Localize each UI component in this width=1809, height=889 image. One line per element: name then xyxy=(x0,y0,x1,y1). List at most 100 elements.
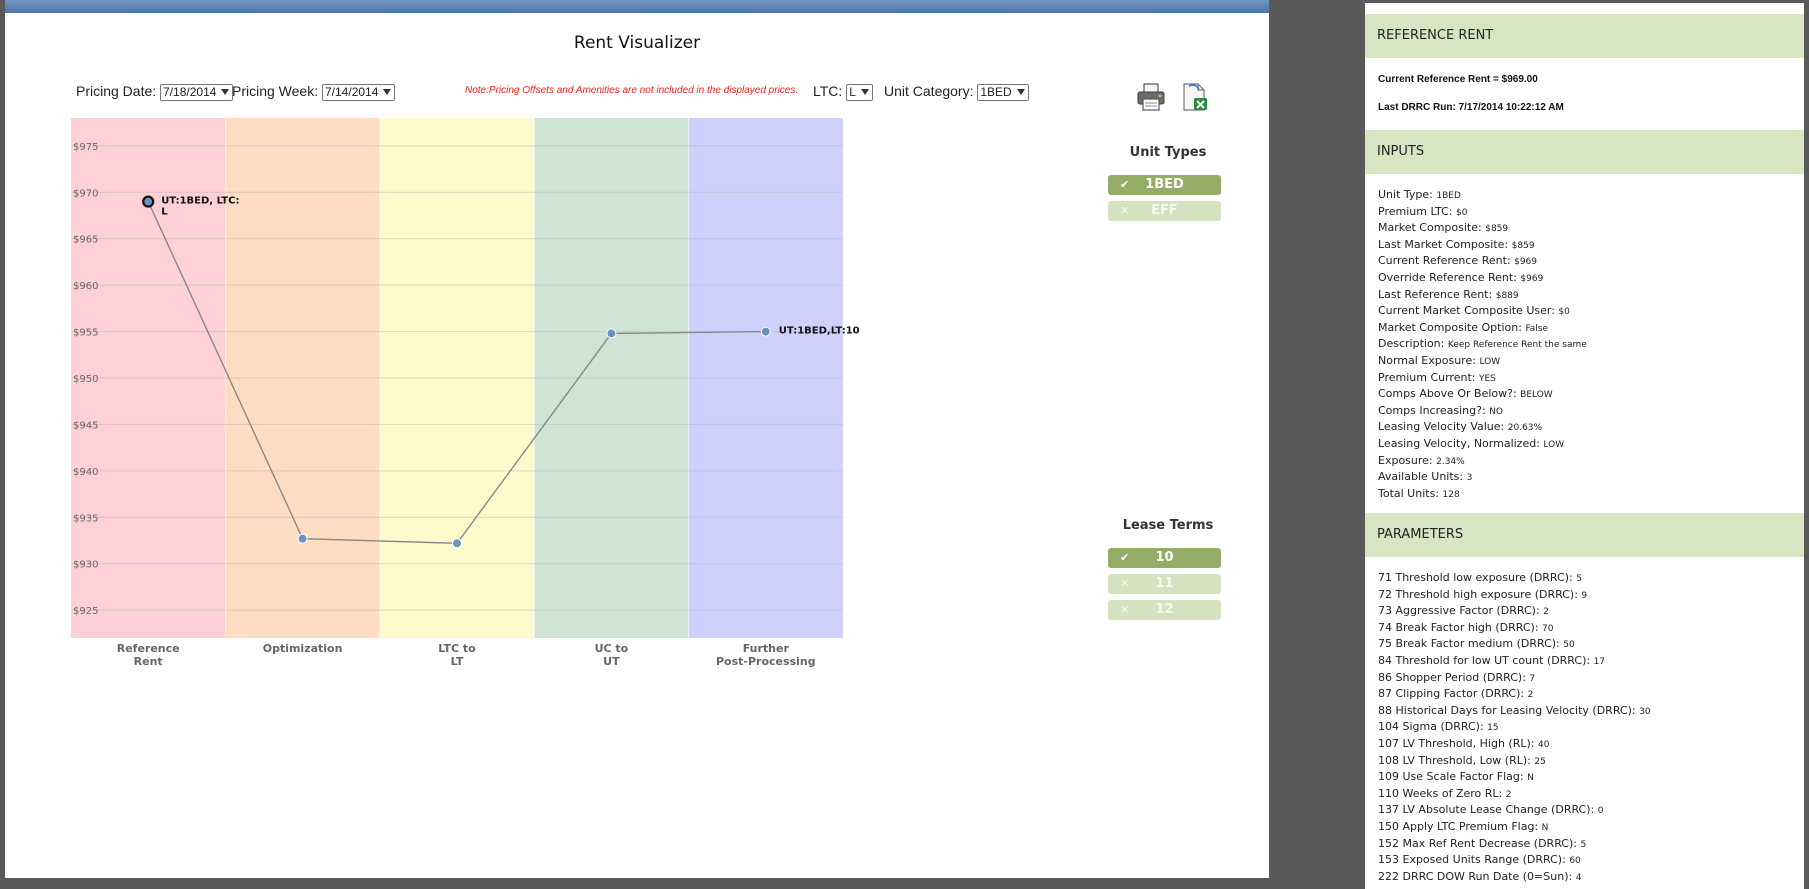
kv-key: 84 Threshold for low UT count (DRRC): xyxy=(1378,654,1591,667)
kv-value: 17 xyxy=(1593,657,1606,667)
data-point xyxy=(760,326,771,337)
kv-row: Available Units: 3 xyxy=(1378,470,1472,483)
kv-key: 86 Shopper Period (DRRC): xyxy=(1378,670,1526,684)
data-point xyxy=(606,328,617,339)
kv-key: 137 LV Absolute Lease Change (DRRC): xyxy=(1378,803,1595,817)
kv-value: 20.63% xyxy=(1507,423,1543,434)
lease-term-12-button[interactable]: ✕ 12 xyxy=(1108,600,1221,620)
kv-row: Market Composite: $859 xyxy=(1378,221,1508,234)
kv-key: Comps Above Or Below?: xyxy=(1378,387,1517,401)
x-icon: ✕ xyxy=(1120,577,1130,590)
excel-export-icon[interactable] xyxy=(1180,82,1210,112)
kv-key: Description: xyxy=(1378,337,1445,351)
kv-row: Total Units: 128 xyxy=(1378,487,1460,500)
last-drrc-run: Last DRRC Run: 7/17/2014 10:22:12 AM xyxy=(1378,102,1564,113)
kv-row: Override Reference Rent: $969 xyxy=(1378,271,1543,284)
kv-value: 3 xyxy=(1466,473,1473,484)
kv-key: Comps Increasing?: xyxy=(1378,403,1486,417)
unit-types-title: Unit Types xyxy=(1129,145,1207,160)
lease-term-11-button[interactable]: ✕ 11 xyxy=(1108,574,1221,594)
unit-type-1bed-button[interactable]: ✔ 1BED xyxy=(1108,175,1221,195)
y-tick-label: $975 xyxy=(73,142,98,153)
kv-key: Available Units: xyxy=(1378,470,1464,484)
unit-type-eff-button[interactable]: ✕ EFF xyxy=(1108,201,1221,221)
parameters-header: PARAMETERS xyxy=(1365,513,1804,557)
kv-value: 70 xyxy=(1542,623,1554,634)
kv-row: Comps Above Or Below?: BELOW xyxy=(1378,387,1553,400)
kv-row: Market Composite Option: False xyxy=(1378,321,1548,334)
kv-value: N xyxy=(1541,823,1549,833)
kv-value: 2 xyxy=(1505,789,1512,800)
ltc-select[interactable]: L xyxy=(846,83,873,101)
kv-row: 107 LV Threshold, High (RL): 40 xyxy=(1378,737,1549,750)
point-label: UT:1BED, LTC: xyxy=(161,196,239,207)
kv-value: LOW xyxy=(1479,357,1501,367)
kv-row: Premium LTC: $0 xyxy=(1378,205,1467,218)
lease-terms-title: Lease Terms xyxy=(1122,518,1214,533)
kv-key: Exposure: xyxy=(1378,453,1433,467)
lease-term-10-button[interactable]: ✔ 10 xyxy=(1108,548,1221,568)
lease-term-label: 10 xyxy=(1155,550,1174,565)
ltc-control: LTC: L xyxy=(813,83,873,101)
kv-key: Last Reference Rent: xyxy=(1378,287,1493,301)
main-panel: Rent Visualizer Pricing Date: 7/18/2014 … xyxy=(5,0,1269,878)
kv-key: 150 Apply LTC Premium Flag: xyxy=(1378,820,1539,833)
kv-value: 15 xyxy=(1487,723,1499,734)
printer-icon[interactable] xyxy=(1136,82,1166,112)
kv-key: Market Composite: xyxy=(1378,221,1482,235)
unit-type-label: EFF xyxy=(1151,203,1178,218)
kv-value: N xyxy=(1527,773,1534,784)
x-tick-label: Optimization xyxy=(263,642,343,655)
kv-row: 110 Weeks of Zero RL: 2 xyxy=(1378,787,1511,800)
y-tick-label: $950 xyxy=(73,374,98,385)
kv-row: 72 Threshold high exposure (DRRC): 9 xyxy=(1378,588,1587,601)
kv-row: 222 DRRC DOW Run Date (0=Sun): 4 xyxy=(1378,870,1581,883)
data-point xyxy=(297,533,308,544)
details-panel: REFERENCE RENT Current Reference Rent = … xyxy=(1365,3,1804,889)
y-tick-label: $960 xyxy=(73,281,98,292)
pricing-week-label: Pricing Week: xyxy=(232,83,319,99)
kv-value: $859 xyxy=(1485,224,1509,235)
y-tick-label: $940 xyxy=(73,467,98,478)
kv-row: 84 Threshold for low UT count (DRRC): 17 xyxy=(1378,654,1605,667)
kv-key: 88 Historical Days for Leasing Velocity … xyxy=(1378,703,1636,717)
pricing-week-select[interactable]: 7/14/2014 xyxy=(322,83,396,101)
kv-row: Last Reference Rent: $889 xyxy=(1378,288,1519,301)
kv-key: Last Market Composite: xyxy=(1378,237,1509,251)
kv-value: LOW xyxy=(1543,440,1565,450)
kv-value: 2 xyxy=(1527,690,1534,701)
kv-key: 73 Aggressive Factor (DRRC): xyxy=(1378,604,1540,618)
data-point-highlighted xyxy=(142,195,155,208)
kv-value: 50 xyxy=(1563,640,1575,651)
kv-value: 40 xyxy=(1537,740,1550,750)
x-tick-label: Reference Rent xyxy=(117,642,180,668)
kv-row: Normal Exposure: LOW xyxy=(1378,354,1500,367)
kv-key: 107 LV Threshold, High (RL): xyxy=(1378,737,1535,750)
kv-key: Premium Current: xyxy=(1378,370,1476,384)
kv-value: 5 xyxy=(1580,839,1587,850)
kv-value: 25 xyxy=(1534,756,1546,767)
unit-category-select[interactable]: 1BED xyxy=(977,83,1029,101)
pricing-date-select[interactable]: 7/18/2014 xyxy=(160,83,234,101)
y-tick-label: $945 xyxy=(73,420,98,431)
kv-key: Premium LTC: xyxy=(1378,204,1453,218)
kv-value: 30 xyxy=(1639,706,1651,717)
y-tick-label: $925 xyxy=(73,606,98,617)
kv-key: 109 Use Scale Factor Flag: xyxy=(1378,770,1524,784)
kv-key: 74 Break Factor high (DRRC): xyxy=(1378,620,1539,634)
inputs-header: INPUTS xyxy=(1365,130,1804,174)
kv-key: 87 Clipping Factor (DRRC): xyxy=(1378,687,1525,701)
kv-key: 71 Threshold low exposure (DRRC): xyxy=(1378,571,1573,584)
kv-value: YES xyxy=(1478,373,1496,384)
kv-value: 60 xyxy=(1569,856,1581,867)
check-icon: ✔ xyxy=(1120,178,1130,191)
pricing-note: Note:Pricing Offsets and Amenities are n… xyxy=(465,85,799,96)
current-reference-rent: Current Reference Rent = $969.00 xyxy=(1378,74,1538,85)
pricing-week-control: Pricing Week: 7/14/2014 xyxy=(232,83,396,101)
pricing-date-label: Pricing Date: xyxy=(76,83,157,99)
kv-row: 108 LV Threshold, Low (RL): 25 xyxy=(1378,754,1546,767)
y-tick-label: $955 xyxy=(73,328,98,339)
kv-row: 74 Break Factor high (DRRC): 70 xyxy=(1378,621,1553,634)
kv-key: 104 Sigma (DRRC): xyxy=(1378,720,1484,734)
page-title: Rent Visualizer xyxy=(573,33,701,53)
